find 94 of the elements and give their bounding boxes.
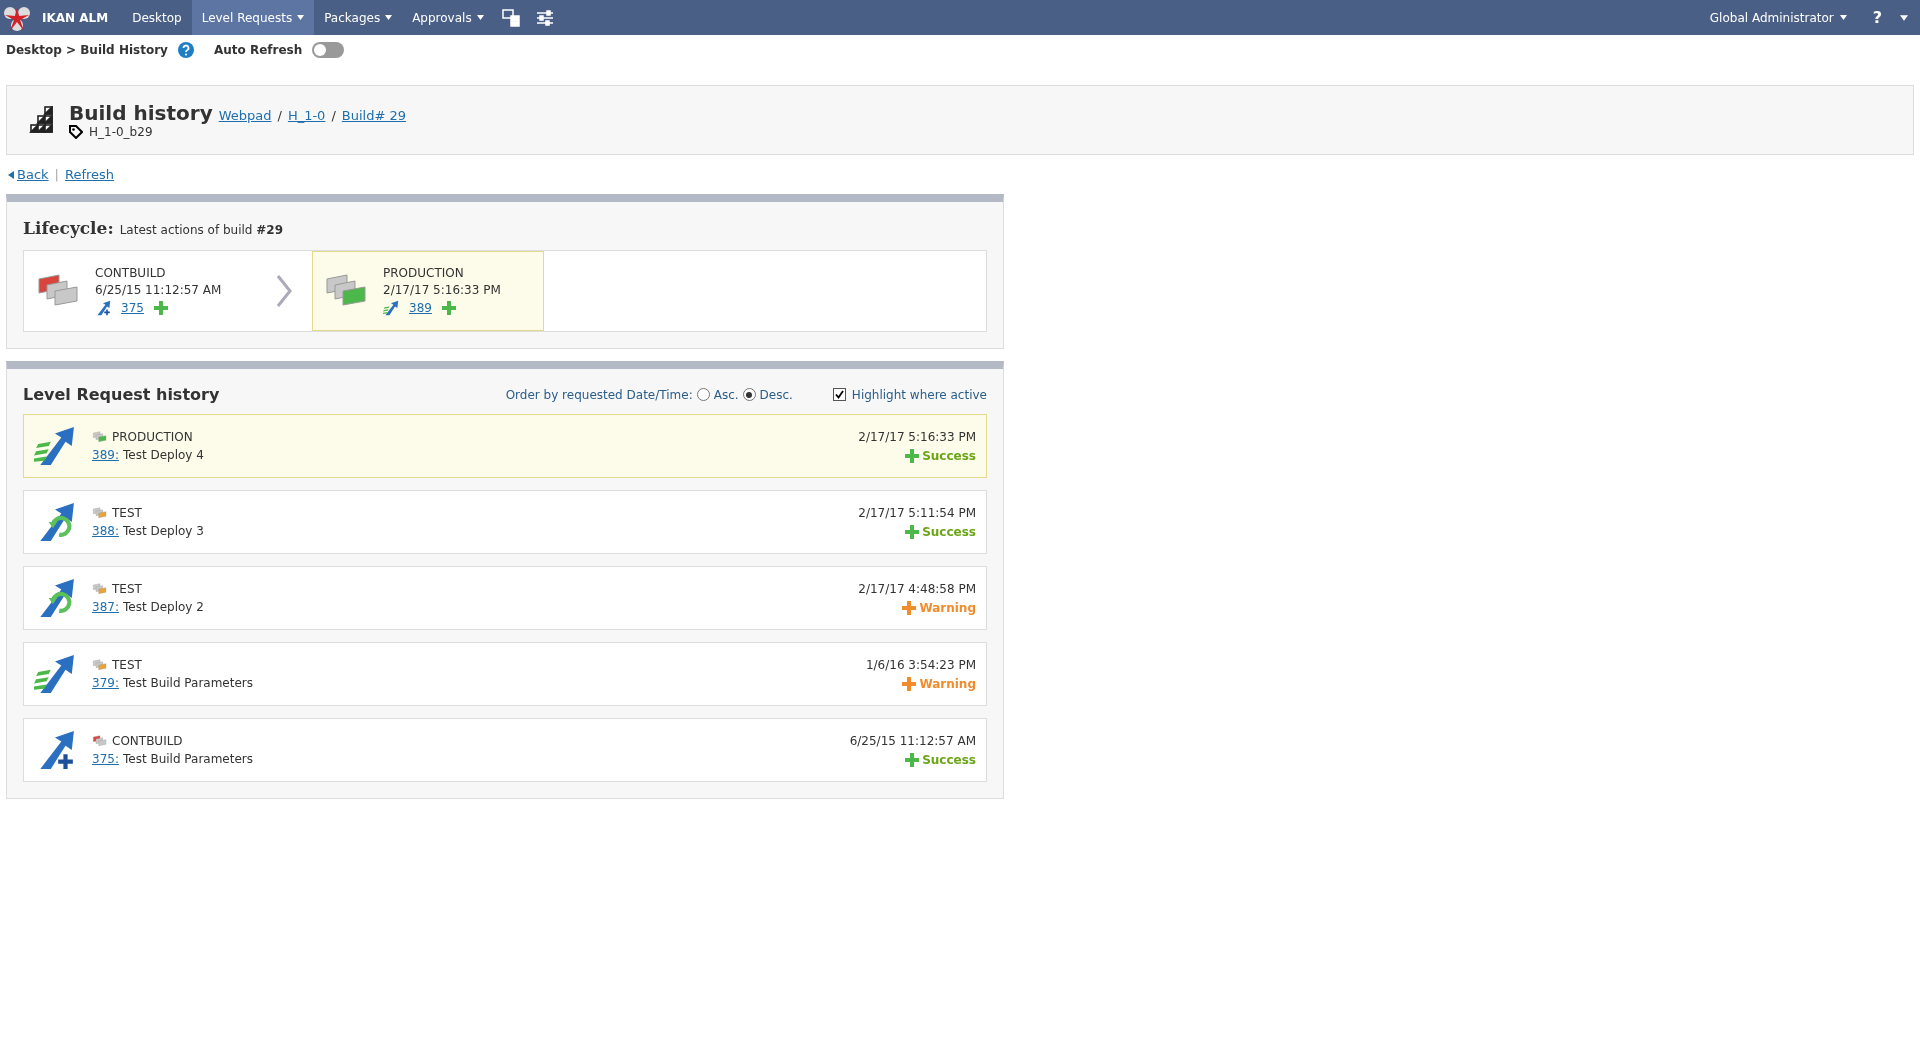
separator: / <box>331 108 336 123</box>
plus-icon <box>441 301 456 315</box>
request-link[interactable]: 379: <box>92 676 119 690</box>
level-name: CONTBUILD <box>95 266 167 280</box>
level-name: TEST <box>112 506 142 520</box>
status-label: Success <box>922 448 976 463</box>
nav-menu-item[interactable]: Level Requests <box>191 0 315 35</box>
level-name: TEST <box>112 658 142 672</box>
breadcrumb-link[interactable]: H_1-0 <box>287 108 326 123</box>
level-name: CONTBUILD <box>112 734 183 748</box>
request-row[interactable]: TEST 387: Test Deploy 2 2/17/17 4:48:58 PM Warning <box>23 566 987 630</box>
request-link[interactable]: 388: <box>92 524 119 538</box>
level-icon <box>92 507 108 519</box>
sort-radio[interactable] <box>742 388 756 401</box>
breadcrumb-link[interactable]: Webpad <box>218 108 272 123</box>
level-icon <box>92 659 108 671</box>
request-row[interactable]: TEST 388: Test Deploy 3 2/17/17 5:11:54 PM Success <box>23 490 987 554</box>
separator: / <box>277 108 282 123</box>
request-link[interactable]: 375: <box>92 752 119 766</box>
breadcrumb: Desktop > Build History <box>6 43 168 57</box>
stage-date: 2/17/17 5:16:33 PM <box>383 283 501 297</box>
request-date: 2/17/17 4:48:58 PM <box>858 581 976 596</box>
radio-label: Desc. <box>759 387 793 402</box>
stage-date: 6/25/15 11:12:57 AM <box>95 283 222 297</box>
level-icon <box>92 431 108 443</box>
highlight-checkbox[interactable] <box>832 388 846 401</box>
sort-radio[interactable] <box>696 388 710 401</box>
breadcrumb-link[interactable]: Build# 29 <box>341 108 406 123</box>
caret-icon[interactable] <box>1900 14 1908 21</box>
level-name: PRODUCTION <box>112 430 193 444</box>
action-icon <box>34 425 76 467</box>
windows-icon[interactable] <box>501 8 520 27</box>
level-icon <box>325 273 369 309</box>
status-label: Warning <box>919 676 976 691</box>
help-button[interactable]: ? <box>1862 0 1892 35</box>
request-row[interactable]: PRODUCTION 389: Test Deploy 4 2/17/17 5:16:33 PM Success <box>23 414 987 478</box>
request-date: 2/17/17 5:11:54 PM <box>858 505 976 520</box>
level-icon <box>92 735 108 747</box>
action-icon <box>34 653 76 695</box>
request-row[interactable]: TEST 379: Test Build Parameters 1/6/16 3:54:23 PM Warning <box>23 642 987 706</box>
sliders-icon[interactable] <box>535 9 554 26</box>
status-label: Success <box>922 524 976 539</box>
section-title: Level Request history <box>23 385 221 404</box>
back-arrow-icon <box>8 170 14 179</box>
plus-icon <box>902 600 917 615</box>
help-icon[interactable] <box>177 42 194 58</box>
request-date: 2/17/17 5:16:33 PM <box>858 429 976 444</box>
nav-menu-item[interactable]: Packages <box>314 0 403 35</box>
request-row[interactable]: CONTBUILD 375: Test Build Parameters 6/25/15 11:12:57 AM Success <box>23 718 987 782</box>
page-title: Build history <box>69 101 213 125</box>
request-description: Test Deploy 2 <box>122 600 204 614</box>
request-link[interactable]: 389 <box>409 301 432 315</box>
back-link[interactable]: Back <box>8 167 49 182</box>
radio-label: Asc. <box>713 387 739 402</box>
action-icon <box>383 300 399 316</box>
request-description: Test Deploy 4 <box>122 448 204 462</box>
user-menu[interactable]: Global Administrator <box>1693 0 1863 35</box>
request-link[interactable]: 387: <box>92 600 119 614</box>
request-description: Test Build Parameters <box>122 676 254 690</box>
auto-refresh-toggle[interactable] <box>312 42 345 58</box>
section-subtitle: Latest actions of build #29 <box>119 223 284 237</box>
status-label: Warning <box>919 600 976 615</box>
app-brand: IKAN ALM <box>41 9 110 27</box>
separator: | <box>54 167 59 182</box>
action-icon <box>95 300 111 316</box>
auto-refresh-label: Auto Refresh <box>213 43 303 57</box>
level-icon <box>37 273 81 309</box>
status-label: Success <box>922 752 976 767</box>
build-tag: H_1-0_b29 <box>89 125 153 139</box>
lifecycle-stage[interactable]: CONTBUILD 6/25/15 11:12:57 AM 375 <box>24 251 256 331</box>
checkbox-label: Highlight where active <box>851 387 987 402</box>
request-link[interactable]: 389: <box>92 448 119 462</box>
lifecycle-stage[interactable]: PRODUCTION 2/17/17 5:16:33 PM 389 <box>312 251 544 331</box>
tag-icon <box>69 125 83 139</box>
plus-icon <box>905 448 920 463</box>
level-name: PRODUCTION <box>383 266 465 280</box>
refresh-link[interactable]: Refresh <box>64 167 115 182</box>
plus-icon <box>902 676 917 691</box>
plus-icon <box>905 524 920 539</box>
nav-menu-item[interactable]: Desktop <box>122 0 192 35</box>
request-date: 6/25/15 11:12:57 AM <box>849 733 976 748</box>
order-label: Order by requested Date/Time: <box>505 387 693 402</box>
nav-menu-item[interactable]: Approvals <box>402 0 494 35</box>
request-description: Test Deploy 3 <box>122 524 204 538</box>
section-title: Lifecycle: <box>23 218 114 238</box>
caret-icon <box>1839 15 1847 20</box>
plus-icon <box>905 752 920 767</box>
level-name: TEST <box>112 582 142 596</box>
level-icon <box>92 583 108 595</box>
plus-icon <box>153 301 168 315</box>
chevron-icon <box>276 274 292 308</box>
request-description: Test Build Parameters <box>122 752 254 766</box>
request-link[interactable]: 375 <box>121 301 144 315</box>
request-date: 1/6/16 3:54:23 PM <box>865 657 976 672</box>
